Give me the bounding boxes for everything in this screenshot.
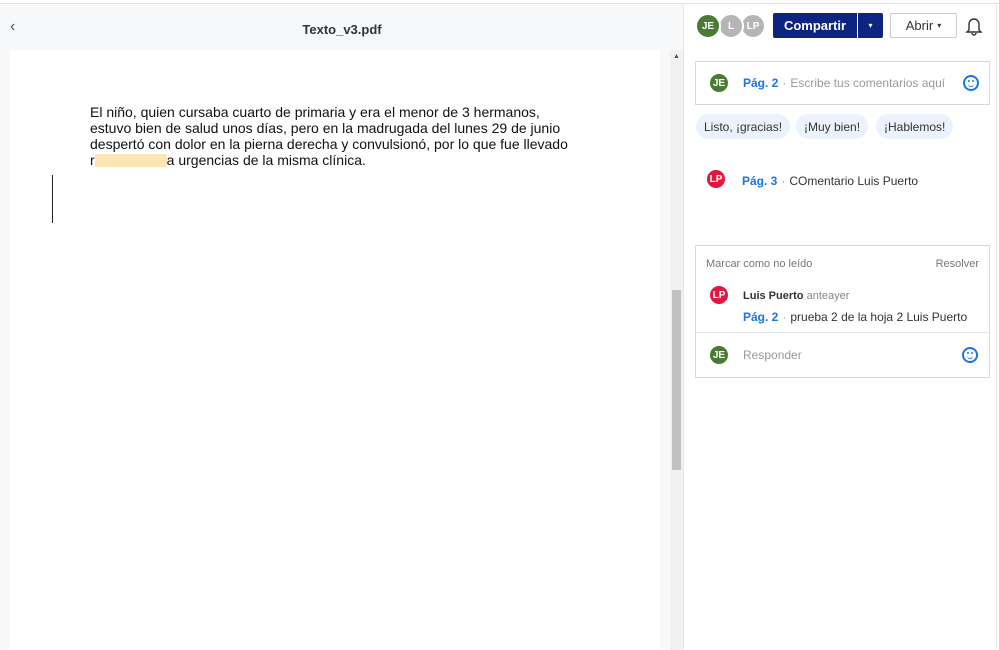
text-part-2: a urgencias de la misma clínica. xyxy=(166,152,366,168)
quick-reply-lets-talk[interactable]: ¡Hablemos! xyxy=(876,114,954,139)
emoji-icon[interactable] xyxy=(963,75,979,91)
text-cursor xyxy=(52,175,53,223)
document-text: El niño, quien cursaba cuarto de primari… xyxy=(90,104,570,168)
page-link[interactable]: Pág. 2 xyxy=(743,76,778,90)
comments-panel: JE L LP Compartir ▾ Abrir ▾ JE Pág. 2 · Esc… xyxy=(685,4,999,649)
document-viewer: ‹ Texto_v3.pdf El niño, quien cursaba cu… xyxy=(0,4,684,650)
scroll-up-icon[interactable]: ▲ xyxy=(673,53,680,60)
comment-avatar: LP xyxy=(705,168,727,190)
composer-avatar: JE xyxy=(708,72,730,94)
open-button[interactable]: Abrir ▾ xyxy=(890,13,957,38)
avatar-l[interactable]: L xyxy=(718,13,744,39)
separator: · xyxy=(782,310,787,324)
share-button[interactable]: Compartir xyxy=(773,13,857,38)
emoji-icon[interactable] xyxy=(962,347,978,363)
separator: · xyxy=(782,76,787,90)
reply-avatar: JE xyxy=(708,344,730,366)
scrollbar[interactable]: ▲ xyxy=(670,50,683,650)
timestamp: anteayer xyxy=(806,290,850,302)
scrollbar-thumb[interactable] xyxy=(672,290,681,470)
comment-composer[interactable]: JE Pág. 2 · Escribe tus comentarios aquí xyxy=(695,61,990,105)
comment-input[interactable]: Escribe tus comentarios aquí xyxy=(790,76,945,90)
comment-text: prueba 2 de la hoja 2 Luis Puerto xyxy=(790,310,968,324)
mark-unread-button[interactable]: Marcar como no leído xyxy=(706,258,812,270)
author-name: Luis Puerto xyxy=(743,290,804,302)
resolve-button[interactable]: Resolver xyxy=(936,258,979,270)
bell-icon[interactable] xyxy=(965,16,983,36)
comment-thread: Marcar como no leído Resolver LP Luis Pu… xyxy=(695,245,990,378)
divider xyxy=(696,332,989,333)
panel-border xyxy=(996,4,997,649)
reply-input[interactable]: Responder xyxy=(743,348,802,362)
comment-text: COmentario Luis Puerto xyxy=(789,174,919,188)
open-label: Abrir xyxy=(905,18,934,33)
quick-reply-very-good[interactable]: ¡Muy bien! xyxy=(796,114,869,139)
avatar-je[interactable]: JE xyxy=(695,13,721,39)
thread-avatar: LP xyxy=(708,284,730,306)
separator: · xyxy=(781,174,786,188)
chevron-down-icon: ▾ xyxy=(937,21,942,30)
page-link[interactable]: Pág. 3 xyxy=(742,174,777,188)
page-link[interactable]: Pág. 2 xyxy=(743,310,778,324)
quick-reply-thanks[interactable]: Listo, ¡gracias! xyxy=(696,114,791,139)
document-title: Texto_v3.pdf xyxy=(302,22,382,37)
highlight-annotation[interactable] xyxy=(94,154,167,167)
share-dropdown-button[interactable]: ▾ xyxy=(858,13,883,38)
